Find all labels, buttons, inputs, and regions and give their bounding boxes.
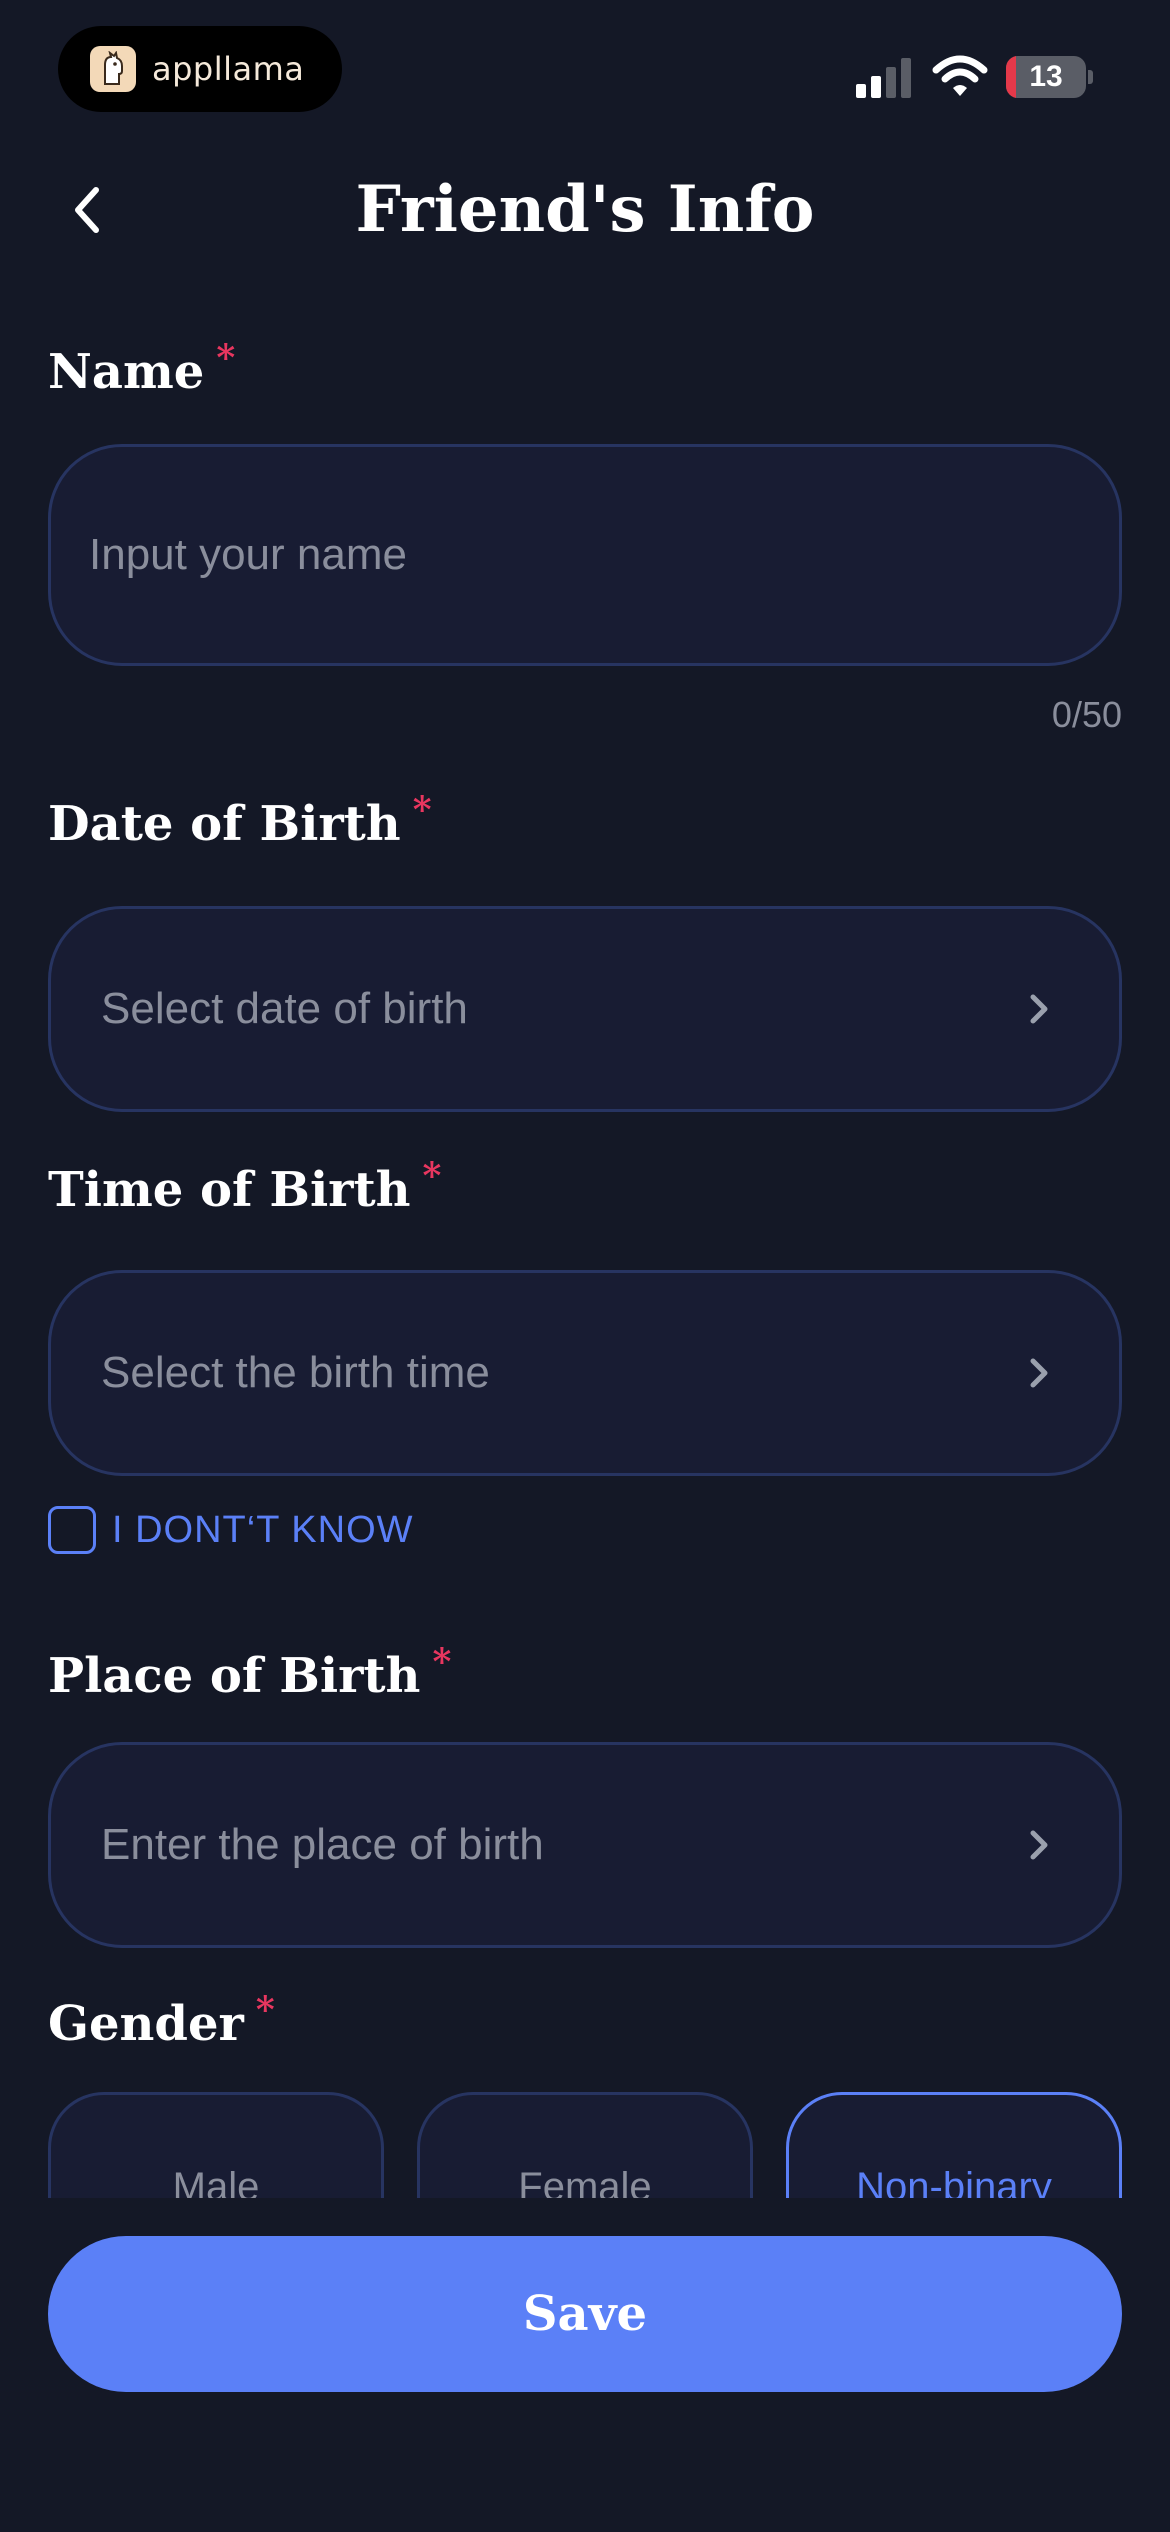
- page-title: Friend's Info: [355, 172, 815, 247]
- gender-label: Gender *: [48, 1989, 275, 2052]
- name-input-container: [48, 444, 1122, 666]
- gender-option-non-binary[interactable]: Non-binary: [786, 2092, 1122, 2198]
- pob-select[interactable]: Enter the place of birth: [48, 1742, 1122, 1948]
- battery-level-text: 13: [1029, 60, 1063, 93]
- tob-placeholder: Select the birth time: [101, 1348, 490, 1397]
- unknown-time-label: I DONT‘T KNOW: [112, 1508, 414, 1551]
- required-asterisk: *: [422, 1155, 442, 1197]
- status-bar: appllama 13: [0, 0, 1170, 130]
- dob-placeholder: Select date of birth: [101, 984, 468, 1033]
- required-asterisk: *: [216, 337, 236, 379]
- gender-option-female[interactable]: Female: [417, 2092, 753, 2198]
- unknown-time-checkbox-row[interactable]: I DONT‘T KNOW: [48, 1506, 414, 1554]
- gender-option-male[interactable]: Male: [48, 2092, 384, 2198]
- tob-label: Time of Birth *: [48, 1155, 442, 1218]
- pob-label: Place of Birth *: [48, 1641, 452, 1704]
- header: Friend's Info: [0, 150, 1170, 270]
- name-char-counter: 0/50: [1051, 694, 1122, 735]
- app-name: appllama: [152, 50, 305, 88]
- name-input[interactable]: [51, 447, 1119, 663]
- app-indicator-pill[interactable]: appllama: [58, 26, 342, 112]
- battery-icon: 13: [1006, 56, 1093, 98]
- name-label: Name *: [48, 337, 236, 400]
- required-asterisk: *: [255, 1989, 275, 2031]
- save-button[interactable]: Save: [48, 2236, 1122, 2392]
- gender-options: Male Female Non-binary: [0, 2092, 1170, 2198]
- chevron-right-icon: [1030, 994, 1048, 1024]
- required-asterisk: *: [432, 1641, 452, 1683]
- friend-info-screen: appllama 13 Friend's Info Name * Input y…: [0, 0, 1170, 2532]
- wifi-icon: [932, 55, 988, 96]
- chevron-right-icon: [1030, 1830, 1048, 1860]
- required-asterisk: *: [412, 789, 432, 831]
- dob-select[interactable]: Select date of birth: [48, 906, 1122, 1112]
- chevron-left-icon: [75, 187, 99, 233]
- tob-select[interactable]: Select the birth time: [48, 1270, 1122, 1476]
- chevron-right-icon: [1030, 1358, 1048, 1388]
- cellular-signal-icon: [856, 58, 911, 98]
- dob-label: Date of Birth *: [48, 789, 432, 852]
- pob-placeholder: Enter the place of birth: [101, 1820, 544, 1869]
- llama-logo-icon: [90, 46, 136, 92]
- unknown-time-checkbox[interactable]: [48, 1506, 96, 1554]
- back-button[interactable]: [48, 172, 124, 248]
